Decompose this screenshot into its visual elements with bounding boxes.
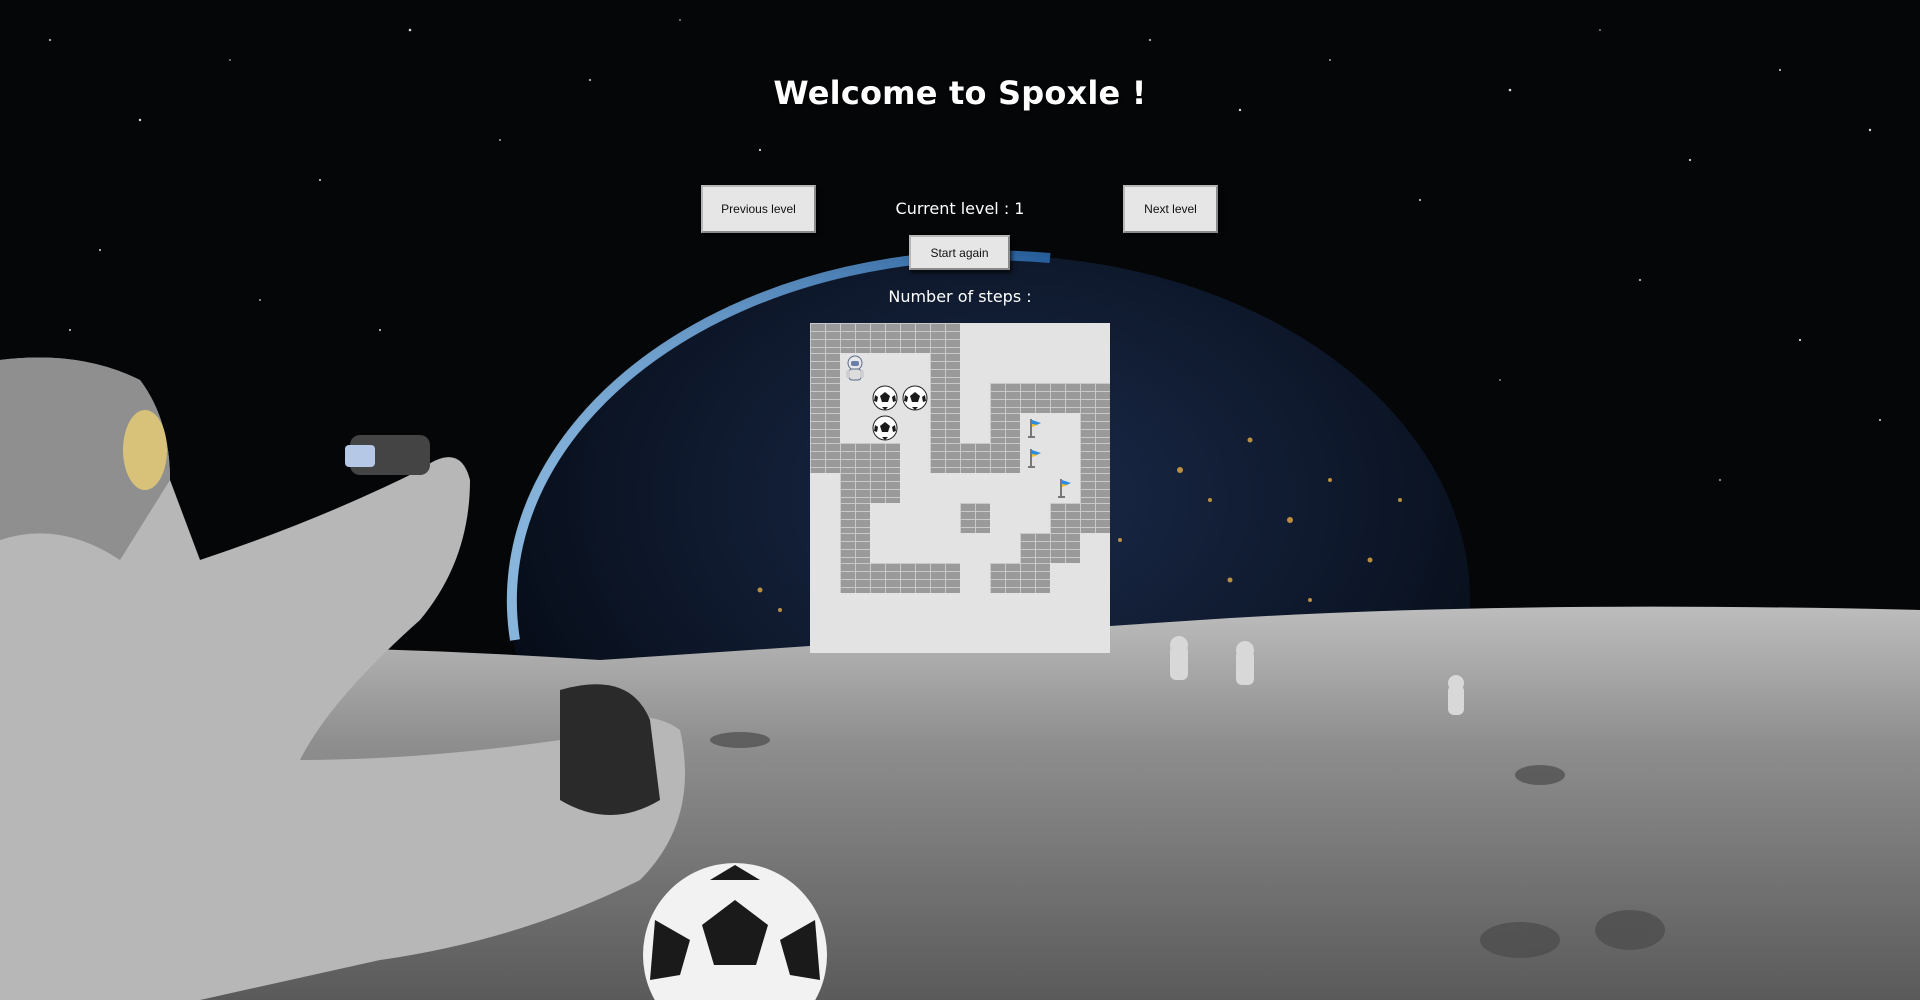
wall-tile bbox=[1050, 533, 1080, 563]
wall-tile bbox=[810, 413, 840, 443]
wall-tile bbox=[990, 443, 1020, 473]
game-screen: Welcome to Spoxle ! Previous level Curre… bbox=[0, 0, 1920, 1000]
soccer-ball-icon bbox=[870, 383, 900, 413]
wall-tile bbox=[840, 323, 870, 353]
soccer-ball-icon bbox=[870, 413, 900, 443]
next-level-button[interactable]: Next level bbox=[1123, 185, 1218, 233]
soccer-ball-icon bbox=[900, 383, 930, 413]
wall-tile bbox=[840, 563, 870, 593]
wall-tile bbox=[1050, 503, 1080, 533]
flag-target-icon bbox=[1020, 413, 1050, 443]
wall-tile bbox=[840, 443, 870, 473]
wall-tile bbox=[930, 383, 960, 413]
wall-tile bbox=[1020, 383, 1050, 413]
wall-tile bbox=[1080, 443, 1110, 473]
wall-tile bbox=[1080, 503, 1110, 533]
wall-tile bbox=[930, 323, 960, 353]
wall-tile bbox=[1080, 473, 1110, 503]
flag-target-icon bbox=[1020, 443, 1050, 473]
wall-tile bbox=[900, 323, 930, 353]
wall-tile bbox=[840, 503, 870, 533]
wall-tile bbox=[1080, 383, 1110, 413]
wall-tile bbox=[870, 323, 900, 353]
wall-tile bbox=[930, 413, 960, 443]
wall-tile bbox=[1080, 413, 1110, 443]
astronaut-player-icon bbox=[840, 353, 870, 383]
wall-tile bbox=[1050, 383, 1080, 413]
wall-tile bbox=[840, 473, 870, 503]
wall-tile bbox=[1020, 533, 1050, 563]
wall-tile bbox=[870, 443, 900, 473]
wall-tile bbox=[990, 563, 1020, 593]
game-board[interactable] bbox=[810, 323, 1110, 653]
steps-counter-label: Number of steps : bbox=[888, 287, 1032, 306]
wall-tile bbox=[870, 473, 900, 503]
flag-target-icon bbox=[1050, 473, 1080, 503]
wall-tile bbox=[840, 533, 870, 563]
wall-tile bbox=[960, 443, 990, 473]
wall-tile bbox=[930, 353, 960, 383]
wall-tile bbox=[990, 383, 1020, 413]
wall-tile bbox=[930, 563, 960, 593]
wall-tile bbox=[1020, 563, 1050, 593]
previous-level-button[interactable]: Previous level bbox=[701, 185, 816, 233]
wall-tile bbox=[810, 323, 840, 353]
wall-tile bbox=[810, 383, 840, 413]
wall-tile bbox=[810, 443, 840, 473]
page-title: Welcome to Spoxle ! bbox=[773, 74, 1147, 112]
start-again-button[interactable]: Start again bbox=[909, 235, 1010, 270]
wall-tile bbox=[870, 563, 900, 593]
current-level-label: Current level : 1 bbox=[895, 199, 1025, 218]
wall-tile bbox=[930, 443, 960, 473]
wall-tile bbox=[810, 353, 840, 383]
wall-tile bbox=[990, 413, 1020, 443]
wall-tile bbox=[960, 503, 990, 533]
wall-tile bbox=[900, 563, 930, 593]
